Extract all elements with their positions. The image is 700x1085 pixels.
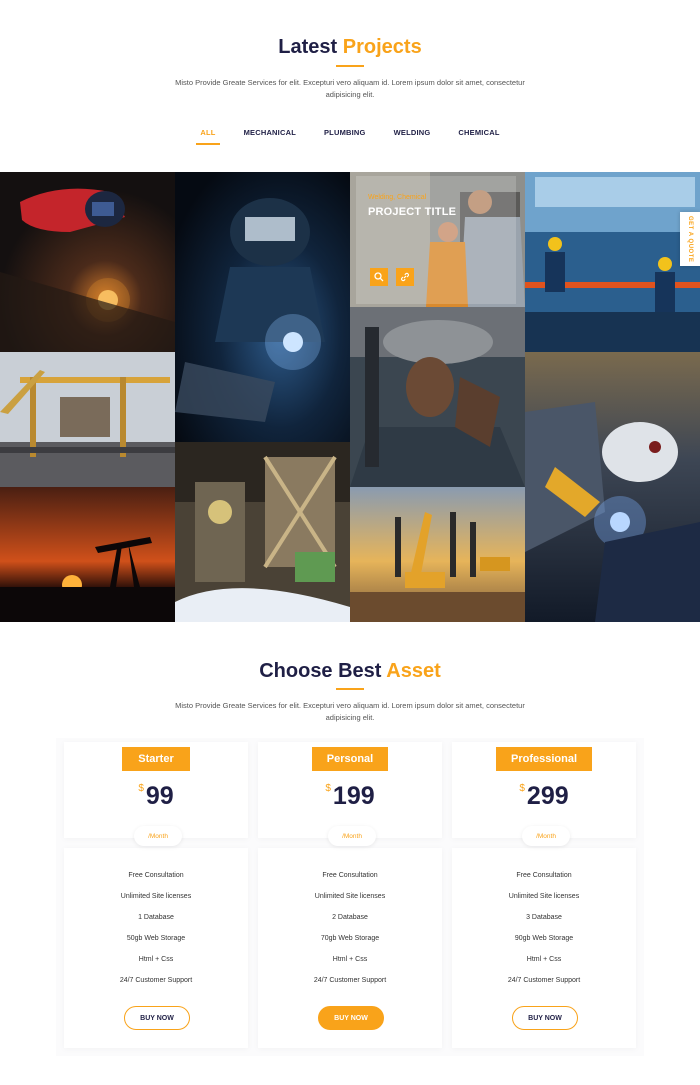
plan-period: /Month	[134, 826, 182, 846]
pricing-card-starter: Starter $99 /Month Free Consultation Unl…	[64, 742, 248, 1048]
feature-item: 3 Database	[526, 914, 562, 921]
project-hover-overlay[interactable]: Welding, Chemical PROJECT TITLE	[356, 176, 516, 304]
project-image-welder-mask[interactable]	[525, 352, 700, 622]
feature-item: 70gb Web Storage	[320, 935, 380, 942]
pricing-title-main: Choose Best	[259, 660, 382, 682]
feature-item: 50gb Web Storage	[126, 935, 186, 942]
feature-item: Html + Css	[332, 956, 368, 963]
pricing-card-header: Professional $299	[452, 742, 636, 838]
filter-plumbing[interactable]: PLUMBING	[320, 128, 370, 145]
project-image-welder-dark[interactable]	[175, 172, 350, 442]
plan-price: $199	[258, 782, 442, 811]
buy-now-button-starter[interactable]: BUY NOW	[124, 1006, 190, 1030]
currency-symbol: $	[325, 783, 331, 794]
search-icon	[374, 272, 384, 282]
projects-description: Misto Provide Greate Services for elit. …	[175, 78, 525, 99]
currency-symbol: $	[519, 783, 525, 794]
project-image-welder-red[interactable]	[0, 172, 175, 352]
feature-item: Unlimited Site licenses	[508, 893, 580, 900]
project-filter-bar: ALL MECHANICAL PLUMBING WELDING CHEMICAL	[0, 128, 700, 145]
plan-period: /Month	[328, 826, 376, 846]
pricing-card-header: Personal $199	[258, 742, 442, 838]
price-value: 99	[145, 782, 174, 810]
buy-now-button-personal[interactable]: BUY NOW	[318, 1006, 384, 1030]
projects-title-main: Latest	[278, 36, 338, 58]
plan-name: Professional	[496, 747, 592, 771]
feature-item: 24/7 Customer Support	[313, 977, 387, 984]
pricing-title-accent: Asset	[386, 660, 441, 682]
project-image-excavators[interactable]	[350, 487, 525, 622]
pricing-description: Misto Provide Greate Services for elit. …	[175, 701, 525, 722]
plan-name: Starter	[122, 747, 190, 771]
feature-item: Free Consultation	[516, 872, 572, 879]
project-image-cranes[interactable]	[0, 352, 175, 487]
filter-welding[interactable]: WELDING	[390, 128, 435, 145]
feature-list: Free Consultation Unlimited Site license…	[64, 870, 248, 996]
feature-item: Free Consultation	[128, 872, 184, 879]
feature-item: 24/7 Customer Support	[119, 977, 193, 984]
plan-price: $99	[64, 782, 248, 811]
project-category: Welding, Chemical	[368, 194, 427, 201]
pricing-card-professional: Professional $299 /Month Free Consultati…	[452, 742, 636, 1048]
project-image-factory[interactable]	[175, 442, 350, 622]
currency-symbol: $	[138, 783, 144, 794]
plan-period: /Month	[522, 826, 570, 846]
feature-item: 24/7 Customer Support	[507, 977, 581, 984]
feature-item: Unlimited Site licenses	[314, 893, 386, 900]
zoom-button[interactable]	[370, 268, 388, 286]
price-value: 299	[526, 782, 569, 810]
project-image-blue-workshop[interactable]	[525, 172, 700, 352]
get-a-quote-label: GET A QUOTE	[687, 215, 693, 263]
plan-name: Personal	[312, 747, 388, 771]
link-icon	[401, 272, 409, 282]
projects-title: Latest Projects	[0, 36, 700, 59]
project-gallery	[0, 172, 700, 622]
feature-item: Html + Css	[138, 956, 174, 963]
project-title[interactable]: PROJECT TITLE	[368, 206, 456, 218]
project-image-oil-sunset[interactable]	[0, 487, 175, 622]
pricing-title-underline	[336, 688, 364, 690]
filter-chemical[interactable]: CHEMICAL	[454, 128, 503, 145]
feature-list: Free Consultation Unlimited Site license…	[452, 870, 636, 996]
feature-item: 2 Database	[332, 914, 368, 921]
feature-list: Free Consultation Unlimited Site license…	[258, 870, 442, 996]
filter-mechanical[interactable]: MECHANICAL	[240, 128, 300, 145]
feature-item: 90gb Web Storage	[514, 935, 574, 942]
filter-all[interactable]: ALL	[196, 128, 220, 145]
projects-title-underline	[336, 65, 364, 67]
feature-item: Free Consultation	[322, 872, 378, 879]
price-value: 199	[332, 782, 375, 810]
feature-item: 1 Database	[138, 914, 174, 921]
project-image-worker-helmet[interactable]	[350, 307, 525, 487]
feature-item: Unlimited Site licenses	[120, 893, 192, 900]
buy-now-button-professional[interactable]: BUY NOW	[512, 1006, 578, 1030]
pricing-card-personal: Personal $199 /Month Free Consultation U…	[258, 742, 442, 1048]
pricing-title: Choose Best Asset	[0, 660, 700, 683]
pricing-card-header: Starter $99	[64, 742, 248, 838]
feature-item: Html + Css	[526, 956, 562, 963]
projects-title-accent: Projects	[342, 36, 422, 58]
get-a-quote-tab[interactable]: GET A QUOTE	[680, 212, 700, 266]
plan-price: $299	[452, 782, 636, 811]
link-button[interactable]	[396, 268, 414, 286]
